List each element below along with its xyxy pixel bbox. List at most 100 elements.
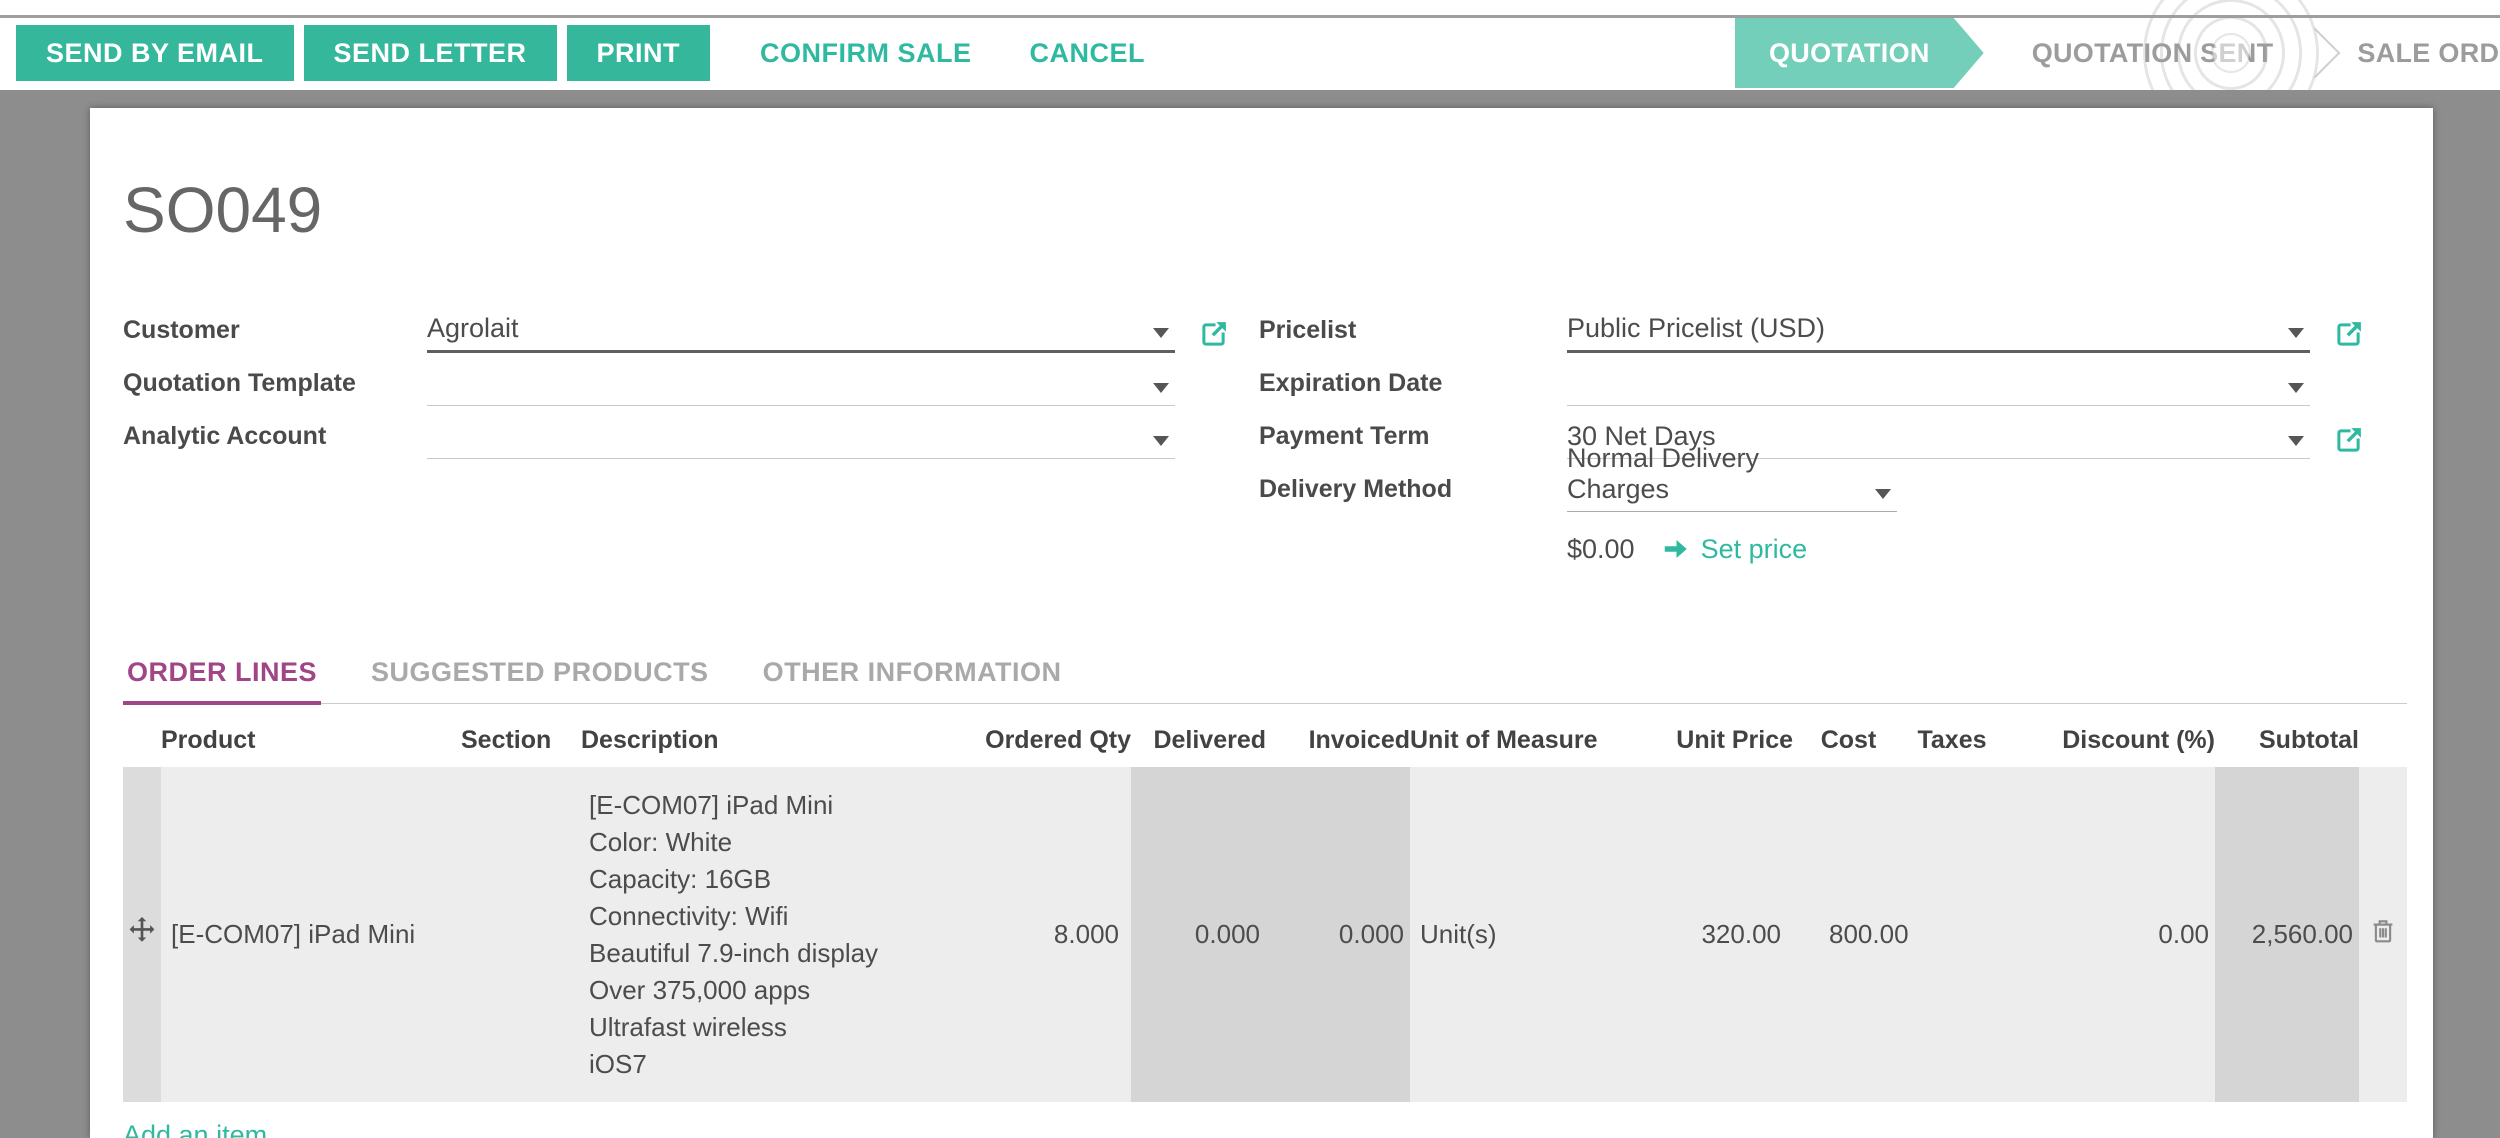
description-line: Ultrafast wireless [589, 1009, 955, 1046]
cell-section[interactable] [461, 767, 581, 1102]
add-an-item-link[interactable]: Add an item [123, 1120, 267, 1138]
cell-product[interactable]: [E-COM07] iPad Mini [161, 767, 461, 1102]
customer-row: Customer Agrolait [123, 300, 1259, 353]
form-column-right: Pricelist Public Pricelist (USD) Expirat… [1259, 300, 2407, 572]
status-pipeline: QUOTATION QUOTATION SENT SALE ORDER DONE [1735, 18, 2500, 88]
set-price-link[interactable]: Set price [1661, 534, 1808, 565]
chevron-down-icon[interactable] [2288, 328, 2304, 338]
expiration-date-field[interactable] [1567, 362, 2310, 406]
expiration-date-row: Expiration Date [1259, 353, 2407, 406]
cell-unit-price[interactable]: 320.00 [1649, 767, 1793, 1102]
status-step-quotation[interactable]: QUOTATION [1735, 18, 1984, 88]
cell-invoiced[interactable]: 0.000 [1266, 767, 1410, 1102]
pricelist-value: Public Pricelist (USD) [1567, 313, 1825, 344]
description-line: [E-COM07] iPad Mini [589, 787, 955, 824]
column-header-delivered: Delivered [1131, 718, 1266, 767]
page-title: SO049 [123, 108, 2407, 242]
cell-ordered-qty[interactable]: 8.000 [956, 767, 1131, 1102]
cell-delivered[interactable]: 0.000 [1131, 767, 1266, 1102]
form-column-left: Customer Agrolait Quotation Template [123, 300, 1259, 572]
chevron-down-icon[interactable] [1875, 489, 1891, 499]
trash-icon [2368, 915, 2398, 947]
chevron-down-icon[interactable] [1153, 383, 1169, 393]
print-button[interactable]: PRINT [567, 25, 711, 81]
pricelist-row: Pricelist Public Pricelist (USD) [1259, 300, 2407, 353]
chevron-down-icon[interactable] [1153, 328, 1169, 338]
column-header-taxes: Taxes [1904, 718, 2000, 767]
cell-unit-of-measure[interactable]: Unit(s) [1410, 767, 1649, 1102]
description-line: Capacity: 16GB [589, 861, 955, 898]
column-header-discount: Discount (%) [2000, 718, 2215, 767]
delivery-price-value: $0.00 [1567, 534, 1635, 565]
cell-subtotal[interactable]: 2,560.00 [2215, 767, 2359, 1102]
column-header-product: Product [161, 718, 461, 767]
confirm-sale-button[interactable]: CONFIRM SALE [736, 25, 996, 81]
delivery-method-label: Delivery Method [1259, 475, 1567, 512]
delivery-method-field[interactable]: Normal Delivery Charges [1567, 468, 1897, 512]
customer-value: Agrolait [427, 313, 519, 344]
customer-label: Customer [123, 316, 427, 353]
quotation-template-label: Quotation Template [123, 369, 427, 406]
form-sheet: SO049 Customer Agrolait [90, 108, 2433, 1138]
order-line-row[interactable]: [E-COM07] iPad Mini [E-COM07] iPad Mini … [123, 767, 2407, 1102]
tab-order-lines[interactable]: ORDER LINES [123, 657, 321, 705]
send-by-email-button[interactable]: SEND BY EMAIL [16, 25, 294, 81]
cell-taxes[interactable] [1904, 767, 2000, 1102]
delete-line-button[interactable] [2359, 767, 2407, 1102]
arrow-right-icon [1661, 534, 1691, 564]
column-header-unit-price: Unit Price [1649, 718, 1793, 767]
cell-discount[interactable]: 0.00 [2000, 767, 2215, 1102]
toolbar: SEND BY EMAIL SEND LETTER PRINT CONFIRM … [0, 0, 2500, 90]
cell-cost[interactable]: 800.00 [1793, 767, 1904, 1102]
external-link-icon[interactable] [1197, 318, 1230, 351]
quotation-template-field[interactable] [427, 362, 1175, 406]
tab-other-information[interactable]: OTHER INFORMATION [759, 657, 1066, 705]
chevron-down-icon[interactable] [2288, 436, 2304, 446]
description-line: Beautiful 7.9-inch display [589, 935, 955, 972]
pricelist-field[interactable]: Public Pricelist (USD) [1567, 309, 2310, 353]
column-header-unit-of-measure: Unit of Measure [1410, 718, 1649, 767]
set-price-label: Set price [1701, 534, 1808, 565]
customer-field[interactable]: Agrolait [427, 309, 1175, 353]
cell-description[interactable]: [E-COM07] iPad Mini Color: White Capacit… [581, 767, 956, 1102]
status-step-label: QUOTATION SENT [2032, 38, 2274, 69]
analytic-account-label: Analytic Account [123, 422, 427, 459]
analytic-account-field[interactable] [427, 415, 1175, 459]
chevron-down-icon[interactable] [1153, 436, 1169, 446]
description-line: iOS7 [589, 1046, 955, 1083]
drag-handle[interactable] [123, 767, 161, 1102]
send-letter-button[interactable]: SEND LETTER [304, 25, 557, 81]
status-step-sale-order[interactable]: SALE ORDER [2331, 18, 2500, 88]
delete-column-header [2359, 718, 2407, 767]
move-icon [126, 915, 158, 947]
quotation-template-row: Quotation Template [123, 353, 1259, 406]
column-header-invoiced: Invoiced [1266, 718, 1410, 767]
description-line: Connectivity: Wifi [589, 898, 955, 935]
status-step-quotation-sent[interactable]: QUOTATION SENT [2006, 18, 2300, 88]
handle-column-header [123, 718, 161, 767]
column-header-ordered-qty: Ordered Qty [956, 718, 1131, 767]
column-header-description: Description [581, 718, 956, 767]
chevron-down-icon[interactable] [2288, 383, 2304, 393]
delivery-method-value: Normal Delivery Charges [1567, 443, 1861, 505]
pricelist-label: Pricelist [1259, 316, 1567, 353]
delivery-method-row: Delivery Method Normal Delivery Charges [1259, 459, 2407, 512]
payment-term-label: Payment Term [1259, 422, 1567, 459]
table-header-row: Product Section Description Ordered Qty … [123, 718, 2407, 767]
column-header-cost: Cost [1793, 718, 1904, 767]
column-header-subtotal: Subtotal [2215, 718, 2359, 767]
analytic-account-row: Analytic Account [123, 406, 1259, 459]
page-background: SO049 Customer Agrolait [0, 90, 2500, 1138]
delivery-price-row: $0.00 Set price [1567, 526, 2407, 572]
expiration-date-label: Expiration Date [1259, 369, 1567, 406]
description-line: Over 375,000 apps [589, 972, 955, 1009]
notebook-tabs: ORDER LINES SUGGESTED PRODUCTS OTHER INF… [123, 657, 2407, 704]
tab-suggested-products[interactable]: SUGGESTED PRODUCTS [367, 657, 713, 705]
description-line: Color: White [589, 824, 955, 861]
cancel-button[interactable]: CANCEL [1006, 25, 1170, 81]
order-lines-table: Product Section Description Ordered Qty … [123, 718, 2407, 1102]
external-link-icon[interactable] [2332, 318, 2365, 351]
column-header-section: Section [461, 718, 581, 767]
external-link-icon[interactable] [2332, 424, 2365, 457]
form-fields: Customer Agrolait Quotation Template [123, 300, 2407, 572]
